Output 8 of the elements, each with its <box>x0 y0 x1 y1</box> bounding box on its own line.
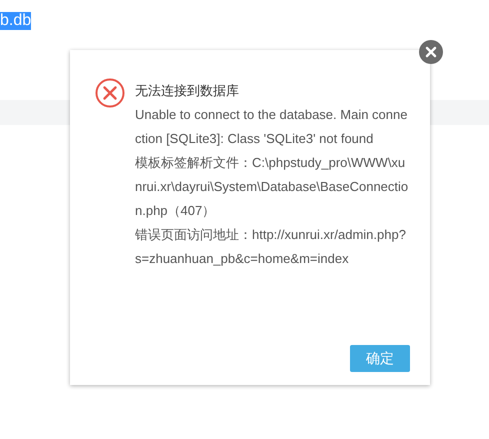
error-message: Unable to connect to the database. Main connection [SQLite3]: Class 'SQLite3' not found <box>135 106 408 148</box>
selected-text: b.db <box>0 12 32 30</box>
error-icon <box>95 78 125 108</box>
error-message: 模板标签解析文件：C:\phpstudy_pro\WWW\xunrui.xr\dayrui\System\Database\BaseConnection.php（407） <box>135 154 410 220</box>
error-title: 无法连接到数据库 <box>135 82 240 100</box>
confirm-button[interactable]: 确定 <box>350 345 410 372</box>
error-message: 错误页面访问地址：http://xunrui.xr/admin.php?s=zhuanhuan_pb&c=home&m=index <box>135 226 407 268</box>
close-icon[interactable] <box>419 40 443 64</box>
